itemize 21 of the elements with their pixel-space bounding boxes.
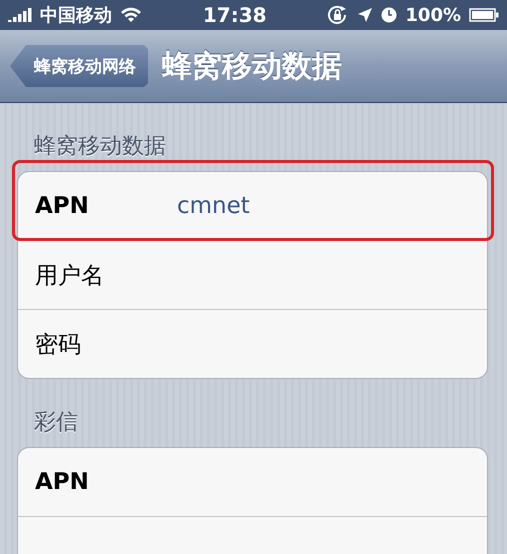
back-button[interactable]: 蜂窝移动网络 — [10, 45, 148, 87]
field-label: 用户名 — [35, 262, 105, 290]
location-arrow-icon — [357, 7, 374, 23]
alarm-clock-icon — [381, 7, 398, 23]
input-field[interactable]: cmnet — [177, 193, 470, 219]
settings-row[interactable]: 密码 — [18, 309, 487, 378]
settings-row[interactable]: 用户名 — [18, 240, 487, 309]
page-title: 蜂窝移动数据 — [162, 48, 342, 86]
settings-row[interactable]: APN — [18, 448, 487, 516]
section-header: 蜂窝移动数据 — [33, 133, 167, 161]
section-header: 彩信 — [33, 409, 79, 437]
battery-icon — [469, 8, 499, 22]
field-label: 密码 — [35, 330, 82, 360]
signal-icon — [8, 8, 32, 22]
field-label: APN — [35, 193, 90, 219]
clock-time: 17:38 — [202, 3, 267, 27]
settings-row[interactable]: APN cmnet — [18, 172, 487, 240]
battery-percentage: 100% — [405, 4, 461, 26]
carrier-name: 中国移动 — [40, 4, 112, 27]
wifi-icon — [120, 7, 142, 23]
field-label: APN — [35, 469, 90, 495]
